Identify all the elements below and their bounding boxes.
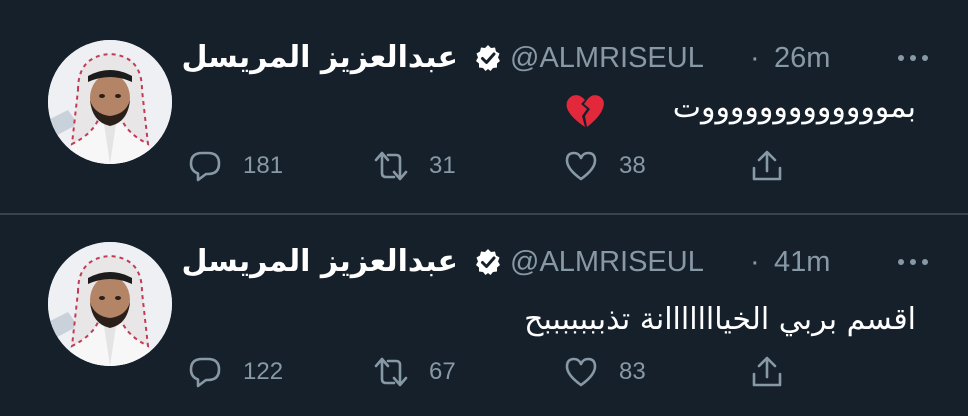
retweet-icon <box>374 151 408 181</box>
separator-dot: · <box>750 42 760 74</box>
avatar-image <box>48 242 172 366</box>
tweet-text: اقسم بربي الخيااااااانة تذبببببببح <box>524 302 916 337</box>
reply-count: 122 <box>243 358 284 385</box>
retweet-button[interactable]: 31 <box>374 146 494 186</box>
verified-badge-icon <box>476 249 500 275</box>
retweet-count: 31 <box>429 152 456 179</box>
tweet-text: بموووووووووووووت <box>672 90 916 125</box>
avatar[interactable] <box>48 40 172 164</box>
share-button[interactable] <box>750 352 790 392</box>
user-handle[interactable]: @ALMRISEUL <box>510 242 704 282</box>
timestamp[interactable]: 41m <box>774 242 830 282</box>
reply-icon <box>189 151 221 182</box>
tweet-header: عبدالعزيز المريسل @ALMRISEUL · 41m <box>182 242 968 282</box>
reply-button[interactable]: 181 <box>188 146 308 186</box>
separator-dot: · <box>750 246 760 278</box>
tweet-divider <box>0 213 968 215</box>
more-options-icon[interactable] <box>893 246 933 278</box>
share-icon <box>752 356 782 387</box>
tweet-actions: 181 31 38 <box>188 146 808 186</box>
like-button[interactable]: 83 <box>564 352 684 392</box>
verified-badge-icon <box>476 45 500 71</box>
tweet-header: عبدالعزيز المريسل @ALMRISEUL · 26m <box>182 38 968 78</box>
retweet-icon <box>374 357 408 387</box>
more-options-icon[interactable] <box>893 42 933 74</box>
heart-icon <box>565 151 597 181</box>
heart-icon <box>565 357 597 387</box>
like-count: 83 <box>619 358 646 385</box>
like-count: 38 <box>619 152 646 179</box>
broken-heart-icon <box>566 95 604 127</box>
tweet[interactable]: عبدالعزيز المريسل @ALMRISEUL · 41m اقسم … <box>0 216 968 416</box>
display-name[interactable]: عبدالعزيز المريسل <box>182 242 458 282</box>
share-icon <box>752 150 782 181</box>
display-name[interactable]: عبدالعزيز المريسل <box>182 38 458 78</box>
retweet-button[interactable]: 67 <box>374 352 494 392</box>
like-button[interactable]: 38 <box>564 146 684 186</box>
retweet-count: 67 <box>429 358 456 385</box>
timestamp[interactable]: 26m <box>774 38 830 78</box>
tweet-actions: 122 67 83 <box>188 352 808 392</box>
reply-icon <box>189 357 221 388</box>
avatar[interactable] <box>48 242 172 366</box>
share-button[interactable] <box>750 146 790 186</box>
reply-count: 181 <box>243 152 284 179</box>
user-handle[interactable]: @ALMRISEUL <box>510 38 704 78</box>
reply-button[interactable]: 122 <box>188 352 308 392</box>
tweet[interactable]: عبدالعزيز المريسل @ALMRISEUL · 26m بمووو… <box>0 0 968 214</box>
avatar-image <box>48 40 172 164</box>
